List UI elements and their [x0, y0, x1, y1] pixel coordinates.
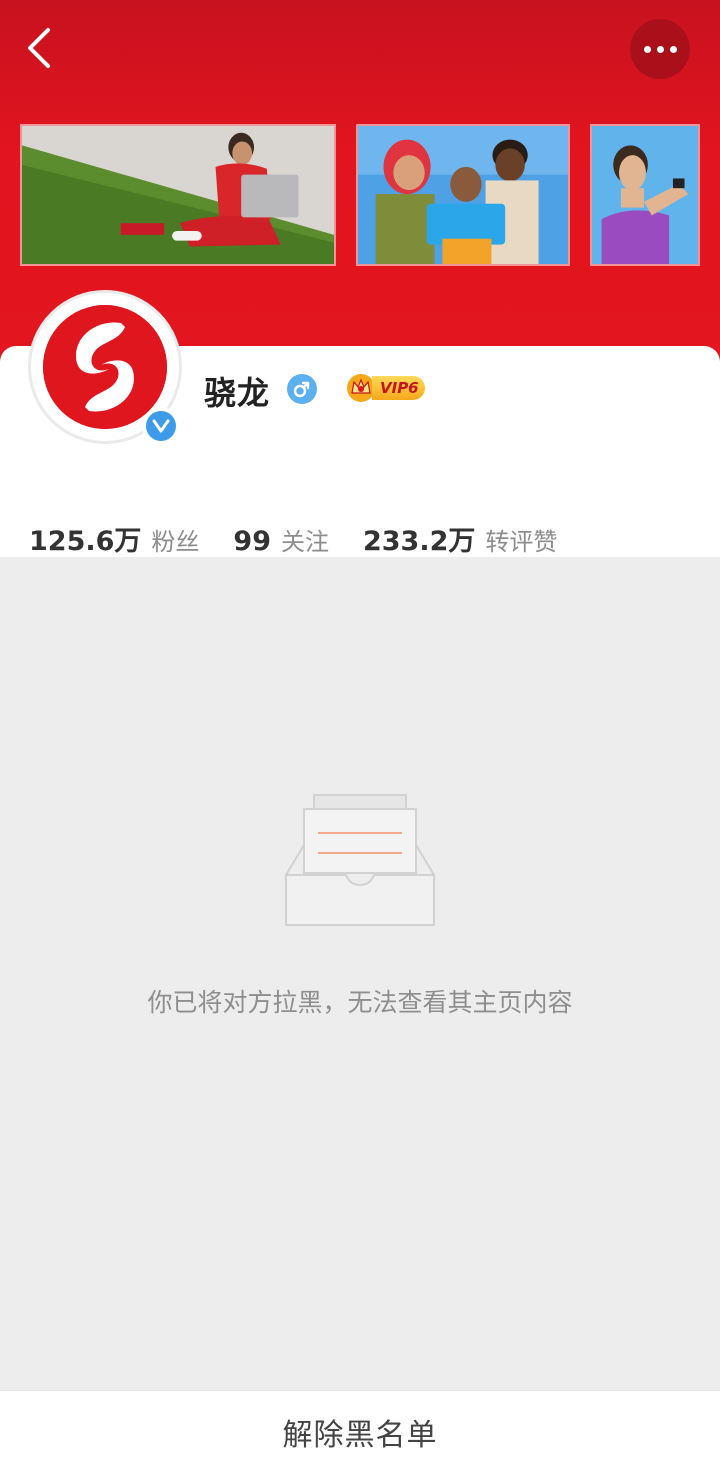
unblock-label: 解除黑名单	[282, 1417, 438, 1453]
followers-count[interactable]: 125.6万	[29, 519, 141, 558]
more-options-button[interactable]	[630, 19, 690, 79]
interactions-label: 转评赞	[485, 528, 558, 556]
empty-inbox-icon	[284, 793, 436, 929]
banner-photo-friends-phone	[358, 126, 568, 264]
unblock-button[interactable]: 解除黑名单	[0, 1390, 720, 1472]
more-horizontal-icon	[643, 45, 651, 53]
following-label[interactable]: 关注	[281, 522, 329, 557]
more-dot	[669, 45, 677, 53]
more-dot	[656, 45, 664, 53]
banner-photo-woman-laptop	[22, 126, 334, 264]
blocked-message: 你已将对方拉黑，无法查看其主页内容	[147, 988, 573, 1017]
banner-image[interactable]	[590, 124, 700, 266]
male-gender-icon	[287, 374, 317, 404]
profile-name: 骁龙	[204, 374, 271, 412]
banner-image[interactable]	[20, 124, 336, 266]
following-count[interactable]: 99	[233, 526, 271, 557]
chevron-left-icon	[28, 28, 50, 68]
banner-photo-woman-smartwatch	[592, 126, 698, 264]
verified-v-icon	[142, 407, 180, 445]
interactions-count: 233.2万	[362, 526, 476, 557]
vip-badge[interactable]: VIP6	[346, 373, 425, 403]
followers-label[interactable]: 粉丝	[151, 522, 199, 557]
back-button[interactable]	[18, 22, 62, 74]
banner-image[interactable]	[356, 124, 570, 266]
vip-level-label: VIP6	[372, 376, 425, 400]
profile-stats: 125.6万 粉丝 99 关注 233.2万 转评赞	[29, 519, 591, 558]
